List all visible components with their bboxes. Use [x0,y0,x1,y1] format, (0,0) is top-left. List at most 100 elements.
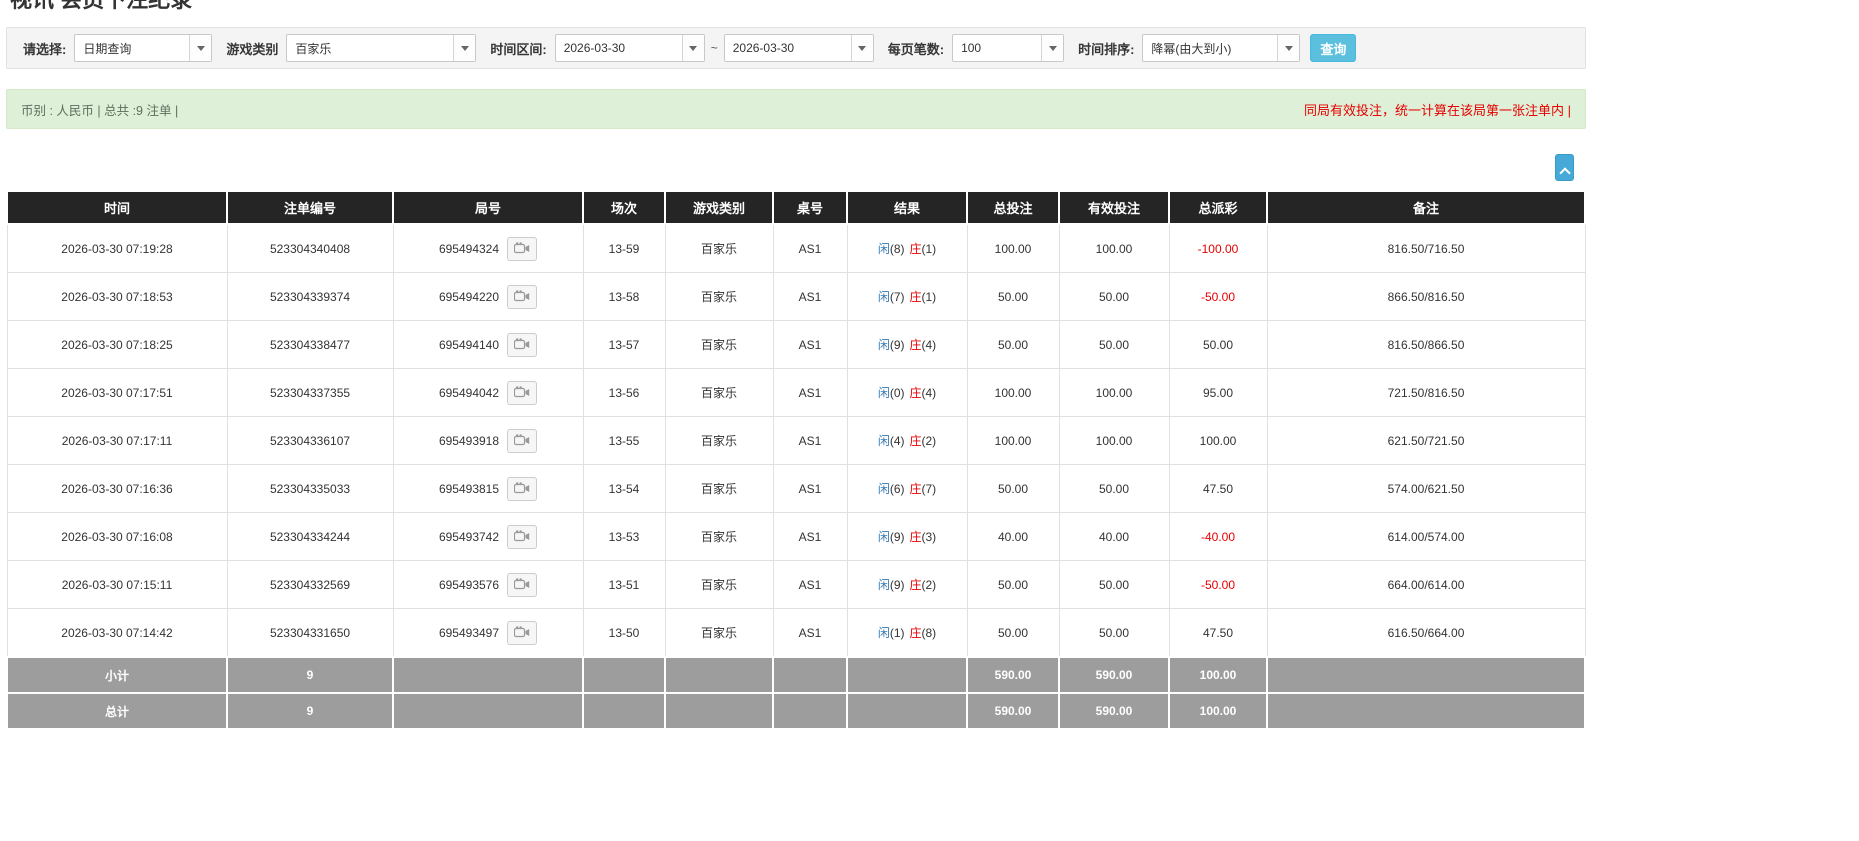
payout-cell: 95.00 [1168,368,1268,417]
round-replay-button[interactable] [507,524,538,549]
total-bet-link[interactable]: 50.00 [966,608,1060,658]
player-score: (6) [889,482,905,496]
player-result: 闲 [877,434,890,448]
video-replay-icon [514,386,530,398]
header-payout: 总派彩 [1168,190,1268,225]
payout-cell: 47.50 [1168,464,1268,513]
round-no-cell: 695493815 [392,464,584,513]
round-no-cell: 695493918 [392,416,584,465]
round-no-cell: 695494140 [392,320,584,369]
chevron-down-icon [453,35,476,61]
grand-total-row: 总计 9 590.00 590.00 100.00 [6,692,1586,730]
date-from-picker[interactable]: 2026-03-30 [554,34,705,62]
player-score: (9) [889,578,905,592]
player-score: (4) [889,434,905,448]
header-bet-no: 注单编号 [226,190,394,225]
table-no-cell: AS1 [772,512,848,561]
valid-bet-cell: 40.00 [1058,512,1170,561]
table-no-cell: AS1 [772,608,848,658]
round-number: 695493576 [438,577,500,592]
session-cell: 13-51 [582,560,666,609]
header-result: 结果 [846,190,968,225]
round-replay-button[interactable] [507,284,538,309]
query-type-dropdown[interactable]: 日期查询 [74,34,213,62]
game-type-value: 百家乐 [295,41,332,56]
time-sort-dropdown[interactable]: 降幂(由大到小) [1142,34,1301,62]
date-to-picker[interactable]: 2026-03-30 [723,34,874,62]
player-score: (0) [889,386,905,400]
result-cell: 闲(9) 庄(2) [846,560,968,609]
total-bet-link[interactable]: 100.00 [966,368,1060,417]
time-cell: 2026-03-30 07:19:28 [6,223,228,273]
game-type-dropdown[interactable]: 百家乐 [286,34,477,62]
round-replay-button[interactable] [507,572,538,597]
banker-score: (2) [921,434,937,448]
result-cell: 闲(7) 庄(1) [846,272,968,321]
chevron-up-icon [1558,166,1571,179]
round-number: 695493815 [438,481,500,496]
page-size-value: 100 [961,41,982,55]
video-replay-icon [514,434,530,446]
scroll-top-button[interactable] [1555,154,1574,181]
bet-no-cell: 523304340408 [226,223,394,273]
chevron-down-icon [681,35,704,61]
table-row: 2026-03-30 07:15:11 523304332569 6954935… [6,560,1586,609]
table-no-cell: AS1 [772,464,848,513]
player-result: 闲 [877,578,890,592]
header-note: 备注 [1266,190,1586,225]
session-cell: 13-56 [582,368,666,417]
total-bet-link[interactable]: 50.00 [966,560,1060,609]
valid-bet-cell: 50.00 [1058,320,1170,369]
note-cell: 721.50/816.50 [1266,368,1586,417]
time-cell: 2026-03-30 07:18:53 [6,272,228,321]
game-type-cell: 百家乐 [664,368,774,417]
round-number: 695494324 [438,241,500,256]
round-replay-button[interactable] [507,620,538,645]
header-total-bet: 总投注 [966,190,1060,225]
chevron-down-icon [1277,35,1300,61]
round-replay-button[interactable] [507,236,538,261]
video-replay-icon [514,578,530,590]
round-number: 695494042 [438,385,500,400]
payout-cell: -40.00 [1168,512,1268,561]
subtotal-payout: 100.00 [1168,656,1268,694]
result-cell: 闲(4) 庄(2) [846,416,968,465]
video-replay-icon [514,242,530,254]
banker-result: 庄 [909,482,922,496]
game-type-cell: 百家乐 [664,320,774,369]
round-replay-button[interactable] [507,380,538,405]
total-bet-link[interactable]: 100.00 [966,416,1060,465]
game-type-cell: 百家乐 [664,512,774,561]
search-button[interactable]: 查询 [1310,34,1357,62]
banker-score: (4) [921,386,937,400]
result-cell: 闲(6) 庄(7) [846,464,968,513]
payout-cell: 100.00 [1168,416,1268,465]
table-no-cell: AS1 [772,416,848,465]
session-cell: 13-59 [582,223,666,273]
total-bet-link[interactable]: 100.00 [966,223,1060,273]
total-bet-link[interactable]: 50.00 [966,320,1060,369]
game-type-cell: 百家乐 [664,223,774,273]
date-range-separator: ~ [710,41,718,55]
round-replay-button[interactable] [507,428,538,453]
round-number: 695494140 [438,337,500,352]
valid-bet-cell: 50.00 [1058,464,1170,513]
video-replay-icon [514,290,530,302]
total-bet-link[interactable]: 50.00 [966,272,1060,321]
player-score: (9) [889,530,905,544]
banker-score: (1) [921,290,937,304]
round-number: 695493918 [438,433,500,448]
records-table-body: 2026-03-30 07:19:28 523304340408 6954943… [6,223,1586,658]
round-replay-button[interactable] [507,332,538,357]
total-bet-link[interactable]: 50.00 [966,464,1060,513]
table-row: 2026-03-30 07:16:08 523304334244 6954937… [6,512,1586,561]
player-result: 闲 [877,530,890,544]
note-cell: 664.00/614.00 [1266,560,1586,609]
header-session: 场次 [582,190,666,225]
total-bet-link[interactable]: 40.00 [966,512,1060,561]
page-size-dropdown[interactable]: 100 [952,34,1065,62]
banker-score: (1) [921,242,937,256]
player-score: (1) [889,626,905,640]
round-replay-button[interactable] [507,476,538,501]
betting-records-table: 时间 注单编号 局号 场次 游戏类别 桌号 结果 总投注 有效投注 总派彩 备注… [6,190,1586,730]
